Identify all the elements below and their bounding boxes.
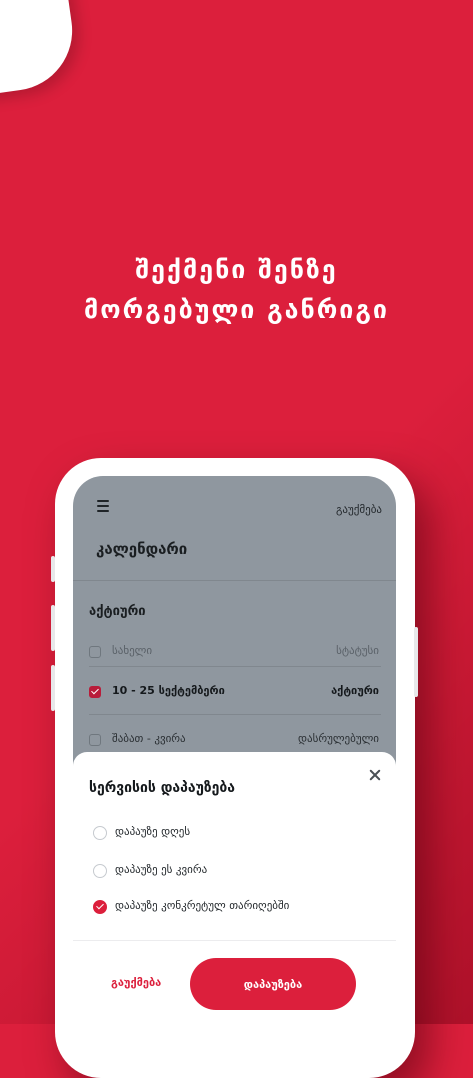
sheet-title: სერვისის დაპაუზება: [89, 780, 236, 796]
headline-line-1: შექმენი შენზე: [135, 255, 338, 284]
app-screen: გაუქმება კალენდარი აქტიური სახელი სტატუს…: [73, 476, 396, 1036]
headline-line-2: მორგებული განრიგი: [84, 295, 389, 324]
radio-button[interactable]: [93, 864, 107, 878]
option-label: დაპაუზე კონკრეტულ თარიღებში: [115, 899, 290, 912]
column-header-name: სახელი: [112, 644, 153, 657]
pause-service-sheet: სერვისის დაპაუზება დაპაუზე დღეს დაპაუზე …: [73, 752, 396, 1036]
close-icon[interactable]: [368, 768, 382, 782]
sheet-divider: [73, 940, 396, 941]
table-row[interactable]: შაბათ - კვირა დასრულებული: [89, 731, 381, 753]
row-name: შაბათ - კვირა: [112, 732, 186, 745]
row-checkbox[interactable]: [89, 686, 101, 698]
row-status: აქტიური: [331, 684, 379, 697]
page-curl-decoration: [0, 0, 80, 97]
phone-volume-up-button: [51, 605, 55, 651]
phone-volume-down-button: [51, 665, 55, 711]
section-title: აქტიური: [89, 604, 146, 619]
pause-option-specific-dates[interactable]: დაპაუზე კონკრეტულ თარიღებში: [93, 898, 383, 918]
phone-power-button: [414, 627, 418, 697]
select-all-checkbox[interactable]: [89, 646, 101, 658]
page-title: კალენდარი: [96, 540, 188, 558]
column-header-status: სტატუსი: [336, 644, 379, 657]
pause-button[interactable]: დაპაუზება: [190, 958, 356, 1010]
table-header-row: სახელი სტატუსი: [89, 643, 381, 665]
title-divider: [73, 580, 396, 581]
option-label: დაპაუზე დღეს: [115, 825, 191, 838]
top-bar: გაუქმება: [73, 476, 396, 546]
hamburger-menu-icon[interactable]: [97, 500, 109, 514]
row-name: 10 - 25 სექტემბერი: [112, 684, 225, 697]
radio-button-selected[interactable]: [93, 900, 107, 914]
row-status: დასრულებული: [298, 732, 379, 745]
radio-button[interactable]: [93, 826, 107, 840]
row-checkbox[interactable]: [89, 734, 101, 746]
pause-option-this-week[interactable]: დაპაუზე ეს კვირა: [93, 862, 383, 882]
table-row[interactable]: 10 - 25 სექტემბერი აქტიური: [89, 683, 381, 705]
row-divider: [89, 666, 381, 667]
top-cancel-button[interactable]: გაუქმება: [336, 503, 382, 516]
pause-option-today[interactable]: დაპაუზე დღეს: [93, 824, 383, 844]
cancel-button[interactable]: გაუქმება: [111, 976, 161, 989]
promo-headline: შექმენი შენზე მორგებული განრიგი: [0, 250, 473, 330]
phone-side-button: [51, 556, 55, 582]
option-label: დაპაუზე ეს კვირა: [115, 863, 208, 876]
row-divider: [89, 714, 381, 715]
